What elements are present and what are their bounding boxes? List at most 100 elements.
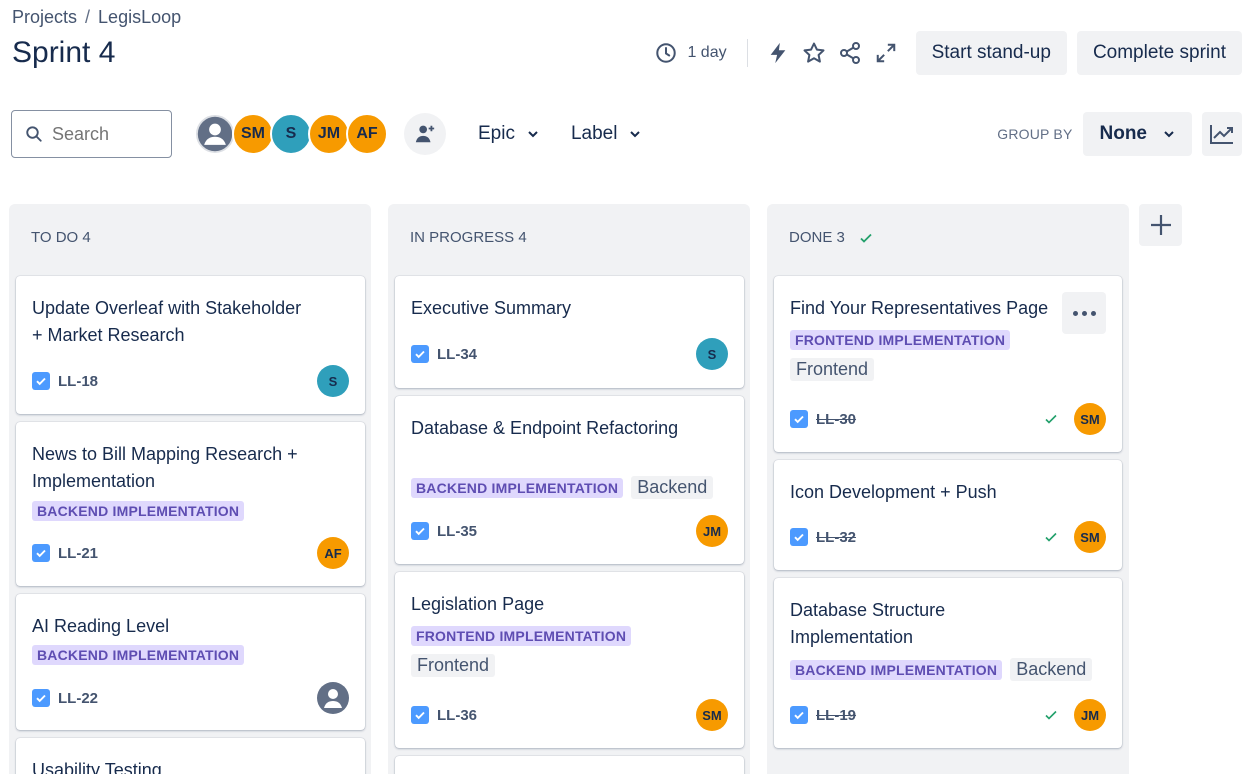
group-by-select[interactable]: None xyxy=(1082,112,1192,156)
column-header: TO DO 4 xyxy=(31,229,91,246)
insights-button[interactable] xyxy=(1202,112,1242,156)
header-actions: 1 day Start stand-up Complete sprint xyxy=(655,31,1242,75)
task-type-icon xyxy=(790,528,808,546)
task-type-icon xyxy=(790,706,808,724)
add-people-button[interactable] xyxy=(404,113,446,155)
issue-key[interactable]: LL-22 xyxy=(58,690,98,707)
epic-lozenge: BACKEND IMPLEMENTATION xyxy=(32,501,245,521)
task-type-icon xyxy=(790,410,808,428)
column-title: IN PROGRESS 4 xyxy=(410,229,527,246)
assignee-avatar[interactable]: JM xyxy=(696,515,728,547)
group-by-label: GROUP BY xyxy=(997,126,1073,142)
person-icon xyxy=(197,116,233,152)
board-toolbar: SM S JM AF Epic Label GROUP BY None xyxy=(11,110,1242,158)
automation-icon[interactable] xyxy=(762,37,794,69)
chart-trend-icon xyxy=(1210,125,1233,144)
assignee-avatar[interactable]: S xyxy=(317,365,349,397)
issue-key[interactable]: LL-21 xyxy=(58,545,98,562)
breadcrumb-projects[interactable]: Projects xyxy=(12,7,77,28)
epic-lozenge: FRONTEND IMPLEMENTATION xyxy=(411,626,632,646)
issue-card[interactable]: Find Your Representatives Page FRONTEND … xyxy=(774,276,1122,452)
card-footer: LL-18 S xyxy=(32,365,349,397)
breadcrumb-project[interactable]: LegisLoop xyxy=(98,7,181,28)
avatar-jm[interactable]: JM xyxy=(308,113,350,155)
chevron-down-icon xyxy=(630,131,641,138)
done-checkmark-icon xyxy=(1045,414,1057,424)
assignee-avatar[interactable]: JM xyxy=(1074,699,1106,731)
issue-card[interactable]: Database Structure Implementation BACKEN… xyxy=(774,578,1122,748)
avatar-sm[interactable]: SM xyxy=(232,113,274,155)
add-person-icon xyxy=(415,125,435,143)
task-type-icon xyxy=(411,706,429,724)
issue-card[interactable] xyxy=(395,756,744,774)
issue-card[interactable]: Legislation Page FRONTEND IMPLEMENTATION… xyxy=(395,572,744,748)
fullscreen-icon[interactable] xyxy=(870,37,902,69)
column-header: DONE 3 xyxy=(789,229,873,246)
assignee-avatar[interactable]: SM xyxy=(696,699,728,731)
label-lozenge: Backend xyxy=(1010,658,1093,681)
done-checkmark-icon xyxy=(1045,710,1057,720)
issue-summary: News to Bill Mapping Research + Implemen… xyxy=(32,444,298,491)
assignee-avatar[interactable]: SM xyxy=(1074,403,1106,435)
epic-lozenge: FRONTEND IMPLEMENTATION xyxy=(790,330,1011,350)
avatar-s[interactable]: S xyxy=(270,113,312,155)
sprint-time-remaining[interactable]: 1 day xyxy=(655,42,727,64)
assignee-avatar[interactable]: SM xyxy=(1074,521,1106,553)
add-column-button[interactable] xyxy=(1139,204,1182,246)
search-box[interactable] xyxy=(11,110,172,158)
avatar-af[interactable]: AF xyxy=(346,113,388,155)
chevron-down-icon xyxy=(1164,131,1174,138)
issue-card[interactable]: Database & Endpoint Refactoring BACKEND … xyxy=(395,396,744,564)
card-tags: BACKEND IMPLEMENTATION Backend xyxy=(411,476,724,499)
issue-key[interactable]: LL-35 xyxy=(437,523,477,540)
issue-key[interactable]: LL-32 xyxy=(816,529,856,546)
card-tags: BACKEND IMPLEMENTATION xyxy=(32,645,345,665)
share-icon[interactable] xyxy=(834,37,866,69)
issue-card[interactable]: Usability Testing xyxy=(16,738,365,774)
epic-lozenge: BACKEND IMPLEMENTATION xyxy=(790,659,1003,680)
star-icon[interactable] xyxy=(798,37,830,69)
issue-card[interactable]: AI Reading Level BACKEND IMPLEMENTATION … xyxy=(16,594,365,730)
epic-lozenge: BACKEND IMPLEMENTATION xyxy=(411,477,624,498)
task-type-icon xyxy=(411,345,429,363)
divider xyxy=(746,39,748,67)
group-by-value: None xyxy=(1099,123,1148,144)
task-type-icon xyxy=(32,689,50,707)
issue-summary: Executive Summary xyxy=(411,298,572,318)
card-footer: LL-22 xyxy=(32,682,349,714)
issue-key[interactable]: LL-36 xyxy=(437,707,477,724)
label-filter[interactable]: Label xyxy=(571,123,642,145)
issue-card[interactable]: News to Bill Mapping Research + Implemen… xyxy=(16,422,365,586)
task-type-icon xyxy=(32,372,50,390)
assignee-avatar[interactable]: S xyxy=(696,338,728,370)
breadcrumb-separator: / xyxy=(85,7,91,27)
issue-key[interactable]: LL-34 xyxy=(437,346,477,363)
issue-card[interactable]: Update Overleaf with Stakeholder + Marke… xyxy=(16,276,365,414)
assignee-avatar[interactable]: AF xyxy=(317,537,349,569)
card-tags: BACKEND IMPLEMENTATION xyxy=(32,501,345,521)
card-footer: LL-35 JM xyxy=(411,515,728,547)
issue-summary: Usability Testing xyxy=(32,760,162,774)
issue-summary: Find Your Representatives Page xyxy=(790,298,1049,318)
issue-card[interactable]: Executive Summary LL-34 S xyxy=(395,276,744,388)
issue-key[interactable]: LL-18 xyxy=(58,373,98,390)
card-footer: LL-36 SM xyxy=(411,699,728,731)
unassigned-avatar[interactable] xyxy=(194,113,236,155)
epic-filter[interactable]: Epic xyxy=(478,123,539,145)
card-more-button[interactable] xyxy=(1062,292,1106,334)
issue-summary: AI Reading Level xyxy=(32,616,170,636)
start-standup-button[interactable]: Start stand-up xyxy=(915,31,1067,75)
done-checkmark-icon xyxy=(1045,532,1057,542)
issue-key[interactable]: LL-30 xyxy=(816,411,856,428)
card-footer: LL-34 S xyxy=(411,338,728,370)
label-lozenge: Backend xyxy=(631,476,714,499)
column-title: TO DO 4 xyxy=(31,229,91,246)
issue-summary: Legislation Page xyxy=(411,594,545,614)
search-input[interactable] xyxy=(52,123,162,145)
issue-card[interactable]: Icon Development + Push LL-32 SM xyxy=(774,460,1122,570)
task-type-icon xyxy=(32,544,50,562)
unassigned-avatar-icon[interactable] xyxy=(317,682,349,714)
issue-summary: Update Overleaf with Stakeholder + Marke… xyxy=(32,298,302,345)
complete-sprint-button[interactable]: Complete sprint xyxy=(1076,31,1242,75)
issue-key[interactable]: LL-19 xyxy=(816,707,856,724)
